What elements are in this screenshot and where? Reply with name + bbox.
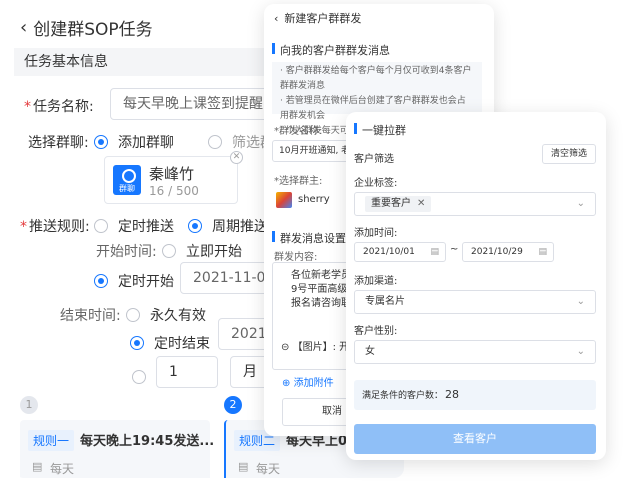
broadcast-notes: · 客户群群发给每个客户每个月仅可收到4条客户群群发消息 · 若管理员在微伴后台…	[272, 62, 482, 151]
tag-chip: 重要客户 ✕	[365, 196, 432, 212]
chevron-down-icon: ⌄	[576, 296, 585, 307]
plus-circle-icon: ⊕	[282, 378, 291, 389]
radio-start-now[interactable]: 立即开始	[162, 241, 242, 261]
group-member-count: 16 / 500	[149, 184, 199, 198]
select-owner-label: *选择群主:	[274, 176, 323, 187]
group-name: 秦峰竹	[149, 165, 195, 183]
repeat-number-input[interactable]: 1	[156, 356, 218, 388]
rule-tag: 规则一	[28, 430, 75, 451]
calendar-icon: ▤	[430, 247, 439, 257]
owner-avatar	[276, 192, 292, 208]
filter-label: 客户筛选	[354, 154, 394, 165]
note-line: · 客户群群发给每个客户每个月仅可收到4条客户群群发消息	[280, 66, 472, 91]
group-card[interactable]: 群聊 秦峰竹 16 / 500 ✕	[104, 151, 243, 204]
clear-filter-button[interactable]: 清空筛选	[542, 144, 596, 164]
add-attachment-link[interactable]: ⊕ 添加附件	[282, 374, 334, 389]
rule-freq: 每天	[50, 462, 75, 476]
date-from-input[interactable]: 2021/10/01 ▤	[354, 242, 446, 262]
broadcast-name-label: *群发名称:	[274, 126, 323, 137]
pull-title: 一键拉群	[354, 122, 406, 138]
rule-text: 每天晚上19:45发送...	[80, 434, 215, 449]
message-settings-title: 群发消息设置	[272, 230, 346, 246]
start-time-label: 开始时间:	[96, 244, 157, 260]
content-label: 群发内容:	[274, 252, 318, 263]
view-customers-button[interactable]: 查看客户	[354, 424, 596, 454]
channel-label: 添加渠道:	[354, 276, 398, 287]
rule-card-1[interactable]: 规则一 每天晚上19:45发送... ▤ 每天	[20, 420, 214, 478]
remove-icon[interactable]: ✕	[230, 151, 243, 164]
group-avatar: 群聊	[113, 165, 141, 195]
radio-periodic-push[interactable]: 周期推送	[188, 216, 268, 236]
end-time-label: 结束时间:	[60, 308, 121, 324]
matched-count-value: 28	[445, 388, 460, 401]
date-separator: ~	[450, 244, 459, 255]
push-rule-label: 推送规则:	[20, 216, 90, 236]
back-icon[interactable]: ‹	[20, 17, 27, 38]
channel-select[interactable]: 专属名片 ⌄	[354, 290, 596, 314]
broadcast-section-title: 向我的客户群群发消息	[272, 42, 390, 58]
gender-select[interactable]: 女 ⌄	[354, 340, 596, 364]
broadcast-header: ‹ 新建客户群群发	[264, 4, 494, 32]
pull-group-panel: 一键拉群 客户筛选 清空筛选 企业标签: 重要客户 ✕ ⌄ 添加时间: 2021/…	[346, 112, 606, 460]
chevron-down-icon: ⌄	[576, 346, 585, 357]
rule-freq: 每天	[256, 462, 281, 476]
add-time-label: 添加时间:	[354, 228, 398, 239]
select-group-label: 选择群聊:	[28, 135, 89, 151]
image-attachment: 【图片】: 开	[292, 342, 350, 353]
page-title: 创建群SOP任务	[33, 19, 153, 40]
rule-step-1: 1	[20, 396, 38, 414]
back-icon[interactable]: ‹	[274, 12, 278, 25]
task-name-label: 任务名称:	[24, 96, 94, 116]
tag-select[interactable]: 重要客户 ✕ ⌄	[354, 192, 596, 216]
matched-count-label: 满足条件的客户数：	[362, 391, 444, 401]
chevron-down-icon: ⌄	[576, 198, 585, 209]
close-icon[interactable]: ✕	[417, 198, 425, 209]
rule-step-2: 2	[224, 396, 242, 414]
remove-circle-icon[interactable]: ⊝	[281, 342, 289, 353]
calendar-icon: ▤	[32, 460, 43, 473]
owner-name: sherry	[298, 194, 330, 205]
matched-count-box: 满足条件的客户数： 28	[354, 380, 596, 410]
tag-label: 企业标签:	[354, 178, 398, 189]
radio-add-group[interactable]: 添加群聊	[94, 132, 174, 152]
radio-timed-push[interactable]: 定时推送	[94, 216, 174, 236]
calendar-icon: ▤	[538, 247, 547, 257]
radio-timed-end[interactable]: 定时结束	[130, 333, 210, 353]
date-to-input[interactable]: 2021/10/29 ▤	[462, 242, 554, 262]
radio-timed-start[interactable]: 定时开始	[94, 271, 174, 291]
radio-repeat[interactable]	[132, 370, 156, 384]
calendar-icon: ▤	[238, 460, 249, 473]
radio-forever[interactable]: 永久有效	[126, 305, 206, 325]
broadcast-title: 新建客户群群发	[284, 12, 362, 25]
gender-label: 客户性别:	[354, 326, 398, 337]
